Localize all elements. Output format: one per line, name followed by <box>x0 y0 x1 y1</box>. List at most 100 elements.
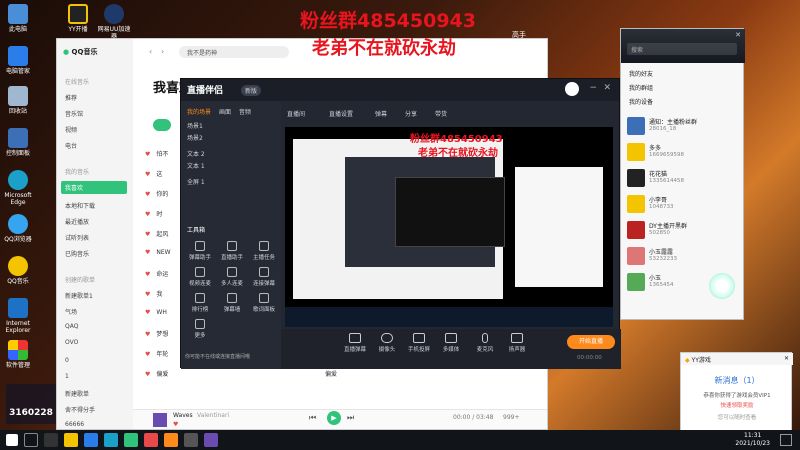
bottom-tool-media[interactable]: 多媒体 <box>437 333 465 353</box>
contact-item[interactable]: 花花猫 1335614458 <box>625 167 741 189</box>
favorite-heart-icon[interactable]: ♥ <box>145 331 150 338</box>
contact-item[interactable]: DY主播开黑群 502850 <box>625 219 741 241</box>
top-bar-item[interactable]: 分享 <box>405 109 417 118</box>
contact-item[interactable]: 多多 1669659598 <box>625 141 741 163</box>
bottom-tool-phone[interactable]: 手机投屏 <box>405 333 433 353</box>
avatar[interactable] <box>565 82 579 96</box>
contact-item[interactable]: 通知：主播粉丝群 28016_18 <box>625 115 741 137</box>
close-icon[interactable]: ✕ <box>603 83 611 93</box>
playlist-item[interactable]: 0 <box>65 357 69 364</box>
sidebar-item-video[interactable]: 视频 <box>65 125 77 134</box>
top-bar-item[interactable]: 直播设置 <box>329 109 353 118</box>
play-icon[interactable]: ▶ <box>327 411 341 425</box>
taskbar-app-icon[interactable] <box>184 433 198 447</box>
search-icon[interactable] <box>24 433 38 447</box>
search-input[interactable]: 我不是药神 <box>179 46 289 58</box>
start-live-button[interactable]: 开始直播 <box>567 335 615 349</box>
tool-item[interactable]: 排行榜 <box>185 293 215 313</box>
desktop-icon-software[interactable]: 软件管理 <box>0 340 36 369</box>
desktop-icon-control-panel[interactable]: 控制面板 <box>0 128 36 157</box>
next-icon[interactable]: ⏭ <box>347 413 354 423</box>
playlist-item[interactable]: OVO <box>65 339 78 346</box>
bottom-tool-speaker[interactable]: 扬声器 <box>503 333 531 353</box>
sidebar-item-favorites[interactable]: 我喜欢 <box>61 181 127 194</box>
taskbar-app-icon[interactable] <box>124 433 138 447</box>
favorite-heart-icon[interactable]: ♥ <box>145 249 150 256</box>
scene-item[interactable]: 文本 2 <box>187 149 205 158</box>
favorite-heart-icon[interactable]: ♥ <box>173 421 178 428</box>
playlist-item[interactable]: 1 <box>65 373 69 380</box>
sidebar-item-local[interactable]: 本地和下载 <box>65 201 95 210</box>
scene-item[interactable]: 全屏 1 <box>187 177 205 186</box>
sidebar-item-recent[interactable]: 最近播放 <box>65 217 89 226</box>
sidebar-item-recommend[interactable]: 推荐 <box>65 93 77 102</box>
tool-item[interactable]: 歌词面板 <box>249 293 279 313</box>
tool-item[interactable]: 弹幕助手 <box>185 241 215 261</box>
desktop-icon-yy[interactable]: YY开播 <box>60 4 96 33</box>
scene-item[interactable]: 场景1 <box>187 121 203 130</box>
favorite-heart-icon[interactable]: ♥ <box>145 211 150 218</box>
contact-item[interactable]: 小玉露露 53232233 <box>625 245 741 267</box>
playlist-item[interactable]: 新建歌单 <box>65 389 89 398</box>
prev-icon[interactable]: ⏮ <box>309 413 316 423</box>
group-groups[interactable]: 我的群组 <box>629 83 653 92</box>
tool-item[interactable]: 视频连麦 <box>185 267 215 287</box>
clock[interactable]: 11:31 2021/10/23 <box>735 432 770 448</box>
tool-item[interactable]: 主播任务 <box>249 241 279 261</box>
favorite-heart-icon[interactable]: ♥ <box>145 171 150 178</box>
favorite-heart-icon[interactable]: ♥ <box>145 191 150 198</box>
bottom-tool-mic[interactable]: 麦克风 <box>471 333 499 353</box>
tab-picture[interactable]: 画面 <box>219 109 231 116</box>
desktop-icon-qq-music[interactable]: QQ音乐 <box>0 256 36 285</box>
group-devices[interactable]: 我的设备 <box>629 97 653 106</box>
nav-back-icon[interactable]: ‹ <box>149 47 152 56</box>
group-friends[interactable]: 我的好友 <box>629 69 653 78</box>
song-row[interactable]: ♥ 偏爱 偏爱 <box>145 369 585 383</box>
favorite-heart-icon[interactable]: ♥ <box>145 151 150 158</box>
tool-item[interactable]: 弹幕墙 <box>217 293 247 313</box>
favorite-heart-icon[interactable]: ♥ <box>145 231 150 238</box>
search-input[interactable]: 搜索 <box>627 43 737 55</box>
top-bar-item[interactable]: 弹幕 <box>375 109 387 118</box>
scene-item[interactable]: 场景2 <box>187 133 203 142</box>
taskbar-app-icon[interactable] <box>164 433 178 447</box>
tool-item[interactable]: 多人连麦 <box>217 267 247 287</box>
desktop-icon-ie[interactable]: Internet Explorer <box>0 298 36 334</box>
tab-audio[interactable]: 音频 <box>239 109 251 116</box>
favorite-heart-icon[interactable]: ♥ <box>145 351 150 358</box>
minimize-icon[interactable]: − <box>589 83 597 93</box>
close-icon[interactable]: ✕ <box>784 355 789 362</box>
qq-avatar-pet[interactable] <box>709 273 735 299</box>
nav-forward-icon[interactable]: › <box>161 47 164 56</box>
favorite-heart-icon[interactable]: ♥ <box>145 271 150 278</box>
desktop-icon-uu[interactable]: 网易UU加速器 <box>96 4 132 40</box>
sidebar-item-music-hall[interactable]: 音乐馆 <box>65 109 83 118</box>
close-icon[interactable]: ✕ <box>735 31 741 39</box>
tool-item[interactable]: 直播助手 <box>217 241 247 261</box>
favorite-heart-icon[interactable]: ♥ <box>145 309 150 316</box>
desktop-icon-pc-manager[interactable]: 电脑管家 <box>0 46 36 75</box>
notification-icon[interactable] <box>780 434 792 446</box>
scene-item[interactable]: 文本 1 <box>187 161 205 170</box>
taskbar-app-icon[interactable] <box>144 433 158 447</box>
contact-item[interactable]: 小李哥 1048733 <box>625 193 741 215</box>
tool-item[interactable]: 连接弹幕 <box>249 267 279 287</box>
top-bar-item[interactable]: 直播间 <box>287 109 305 118</box>
start-icon[interactable] <box>6 434 18 446</box>
sidebar-item-trial[interactable]: 试听列表 <box>65 233 89 242</box>
taskbar-app-icon[interactable] <box>84 433 98 447</box>
tab-scenes[interactable]: 我的场景 <box>187 109 211 116</box>
desktop-icon-recycle-bin[interactable]: 回收站 <box>0 86 36 115</box>
taskbar-app-icon[interactable] <box>104 433 118 447</box>
playlist-item[interactable]: 舍不得分手 <box>65 405 95 414</box>
taskbar-app-icon[interactable] <box>204 433 218 447</box>
playlist-item[interactable]: QAQ <box>65 323 78 330</box>
top-bar-item[interactable]: 带货 <box>435 109 447 118</box>
favorite-heart-icon[interactable]: ♥ <box>145 371 150 378</box>
tool-item[interactable]: 更多 <box>185 319 215 339</box>
bottom-tool-camera[interactable]: 摄像头 <box>373 333 401 353</box>
desktop-icon-this-pc[interactable]: 此电脑 <box>0 4 36 33</box>
play-all-button[interactable] <box>153 119 171 131</box>
sidebar-item-radio[interactable]: 电台 <box>65 141 77 150</box>
sidebar-item-purchased[interactable]: 已购音乐 <box>65 249 89 258</box>
